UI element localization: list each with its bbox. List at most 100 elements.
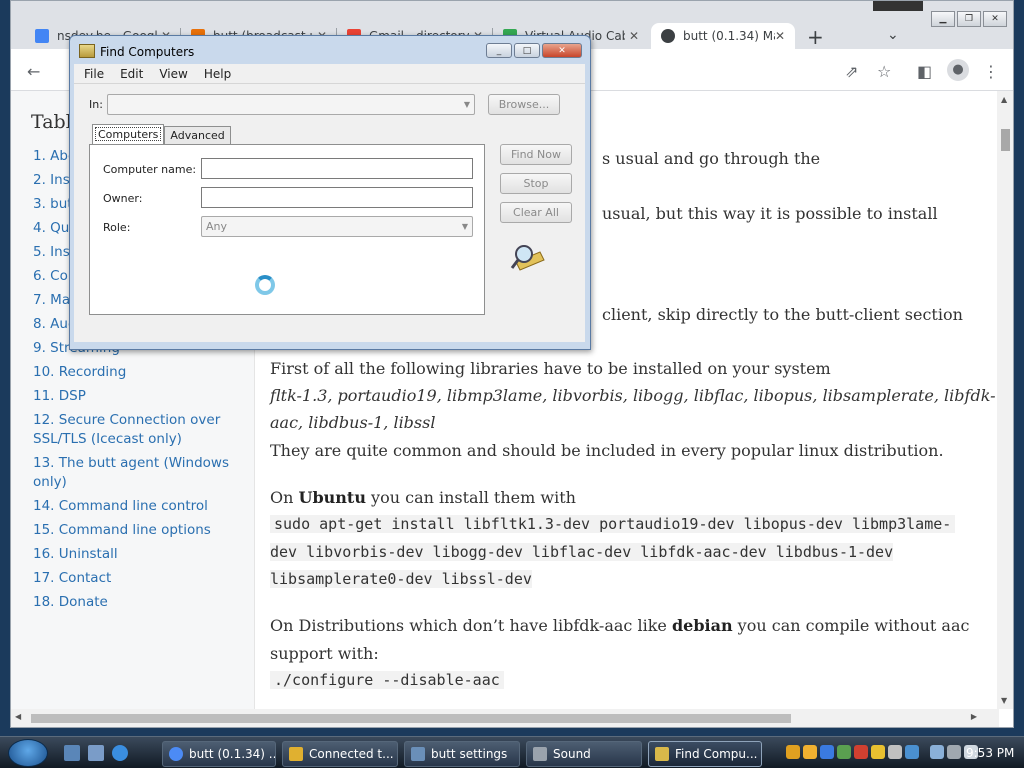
tab-computers[interactable]: Computers — [92, 124, 165, 144]
toc-item[interactable]: 17. Contact — [33, 569, 243, 588]
toc-item[interactable]: 15. Command line options — [33, 521, 243, 540]
new-tab-button[interactable]: + — [807, 25, 824, 49]
find-now-button[interactable]: Find Now — [500, 144, 572, 165]
speaker-icon — [533, 747, 547, 761]
paragraph: On Distributions which don’t have libfdk… — [270, 616, 970, 635]
tray-key-icon[interactable] — [871, 745, 885, 759]
menu-help[interactable]: Help — [204, 67, 231, 81]
tray-app-icon[interactable] — [837, 745, 851, 759]
display-icon[interactable] — [947, 745, 961, 759]
paragraph: First of all the following libraries hav… — [270, 359, 831, 378]
switch-windows-icon[interactable] — [88, 745, 104, 761]
taskbar-item-find-computers[interactable]: Find Compu... — [648, 741, 762, 767]
horizontal-scrollbar[interactable]: ◀ ▶ — [11, 709, 999, 727]
dialog-minimize-button[interactable]: _ — [486, 43, 512, 58]
taskbar-item-connected[interactable]: Connected t... — [282, 741, 398, 767]
tray-shield-icon[interactable] — [854, 745, 868, 759]
network-icon[interactable] — [930, 745, 944, 759]
code-block[interactable]: libsamplerate0-dev libssl-dev — [270, 570, 532, 588]
text-line: client, skip directly to the butt-client… — [602, 305, 963, 324]
paragraph: They are quite common and should be incl… — [270, 441, 944, 460]
tray-search-icon[interactable] — [803, 745, 817, 759]
scroll-thumb[interactable] — [1001, 129, 1010, 151]
close-tab-icon[interactable]: ✕ — [629, 29, 639, 43]
dialog-body: In: ▼ Browse... Computers Advanced Compu… — [74, 84, 585, 342]
share-icon[interactable]: ⇗ — [845, 62, 858, 81]
code-block[interactable]: sudo apt-get install libfltk1.3-dev port… — [270, 515, 956, 533]
code-block[interactable]: ./configure --disable-aac — [270, 671, 504, 689]
taskbar-item-butt-settings[interactable]: butt settings — [404, 741, 520, 767]
toc-item[interactable]: 10. Recording — [33, 363, 243, 382]
owner-input[interactable] — [201, 187, 473, 208]
chevron-down-icon: ▼ — [461, 222, 468, 231]
app-icon — [289, 747, 303, 761]
paragraph: On Ubuntu you can install them with — [270, 488, 576, 507]
tab-5-active[interactable]: butt (0.1.34) Manual ✕ — [651, 23, 795, 49]
library-list: fltk-1.3, portaudio19, libmp3lame, libvo… — [270, 386, 996, 405]
role-label: Role: — [103, 221, 131, 234]
text-line: s usual and go through the — [602, 149, 821, 168]
tab-label: butt (0.1.34) Manual — [683, 29, 775, 43]
menu-dots-icon[interactable]: ⋮ — [983, 62, 999, 81]
tray-app-icon[interactable] — [786, 745, 800, 759]
side-panel-icon[interactable]: ◧ — [917, 62, 932, 81]
scroll-thumb[interactable] — [31, 714, 791, 723]
code-block[interactable]: dev libvorbis-dev libogg-dev libflac-dev… — [270, 543, 894, 561]
toc-item[interactable]: 14. Command line control — [33, 497, 243, 516]
text-line: usual, but this way it is possible to in… — [602, 204, 938, 223]
taskbar-item-sound[interactable]: Sound — [526, 741, 642, 767]
owner-label: Owner: — [103, 192, 143, 205]
close-button[interactable]: ✕ — [983, 11, 1007, 27]
computer-name-input[interactable] — [201, 158, 473, 179]
tab-advanced[interactable]: Advanced — [164, 126, 231, 144]
bookmark-star-icon[interactable]: ☆ — [877, 62, 891, 81]
tray-app-icon[interactable] — [888, 745, 902, 759]
browse-button[interactable]: Browse... — [488, 94, 560, 115]
profile-thumbnails — [873, 1, 923, 11]
start-button[interactable] — [8, 739, 48, 767]
minimize-button[interactable]: ▁ — [931, 11, 955, 27]
tray-people-icon[interactable] — [820, 745, 834, 759]
toc-item[interactable]: 13. The butt agent (Windows only) — [33, 454, 243, 492]
profile-icon[interactable]: ● — [947, 59, 969, 81]
chrome-icon — [169, 747, 183, 761]
paragraph: support with: — [270, 644, 379, 663]
tab-search-button[interactable]: ⌄ — [887, 27, 899, 43]
clear-all-button[interactable]: Clear All — [500, 202, 572, 223]
dialog-close-button[interactable]: ✕ — [542, 43, 582, 58]
maximize-button[interactable]: ❐ — [957, 11, 981, 27]
menu-view[interactable]: View — [159, 67, 187, 81]
busy-spinner-icon — [255, 275, 275, 295]
clock[interactable]: 9:53 PM — [966, 746, 1014, 760]
tray-app-icon[interactable] — [905, 745, 919, 759]
find-computers-dialog: Find Computers _ □ ✕ File Edit View Help… — [69, 35, 591, 350]
find-computers-icon — [79, 44, 95, 58]
in-combobox[interactable]: ▼ — [107, 94, 475, 115]
toc-item[interactable]: 11. DSP — [33, 387, 243, 406]
stop-button[interactable]: Stop — [500, 173, 572, 194]
close-tab-icon[interactable]: ✕ — [775, 29, 785, 43]
toc-item[interactable]: 12. Secure Connection over SSL/TLS (Icec… — [33, 411, 243, 449]
back-icon[interactable]: ← — [27, 62, 40, 81]
dialog-title: Find Computers — [100, 45, 195, 59]
vertical-scrollbar[interactable]: ▲ ▼ — [997, 91, 1013, 709]
dialog-menu-bar: File Edit View Help — [74, 64, 585, 84]
toc-item[interactable]: 18. Donate — [33, 593, 243, 612]
library-list: aac, libdbus-1, libssl — [270, 413, 436, 432]
dialog-maximize-button[interactable]: □ — [514, 43, 540, 58]
window-controls: ▁ ❐ ✕ — [931, 11, 1007, 27]
role-select[interactable]: Any ▼ — [201, 216, 473, 237]
in-label: In: — [89, 98, 103, 111]
system-tray — [786, 745, 978, 759]
computer-name-label: Computer name: — [103, 163, 197, 176]
toc-item[interactable]: 16. Uninstall — [33, 545, 243, 564]
google-icon — [35, 29, 49, 43]
menu-file[interactable]: File — [84, 67, 104, 81]
menu-edit[interactable]: Edit — [120, 67, 143, 81]
taskbar: butt (0.1.34) ... Connected t... butt se… — [0, 736, 1024, 768]
internet-explorer-icon[interactable] — [112, 745, 128, 761]
show-desktop-icon[interactable] — [64, 745, 80, 761]
computers-tab-panel: Computer name: Owner: Role: Any ▼ — [89, 144, 485, 315]
dialog-window-controls: _ □ ✕ — [486, 43, 582, 58]
taskbar-item-butt[interactable]: butt (0.1.34) ... — [162, 741, 276, 767]
